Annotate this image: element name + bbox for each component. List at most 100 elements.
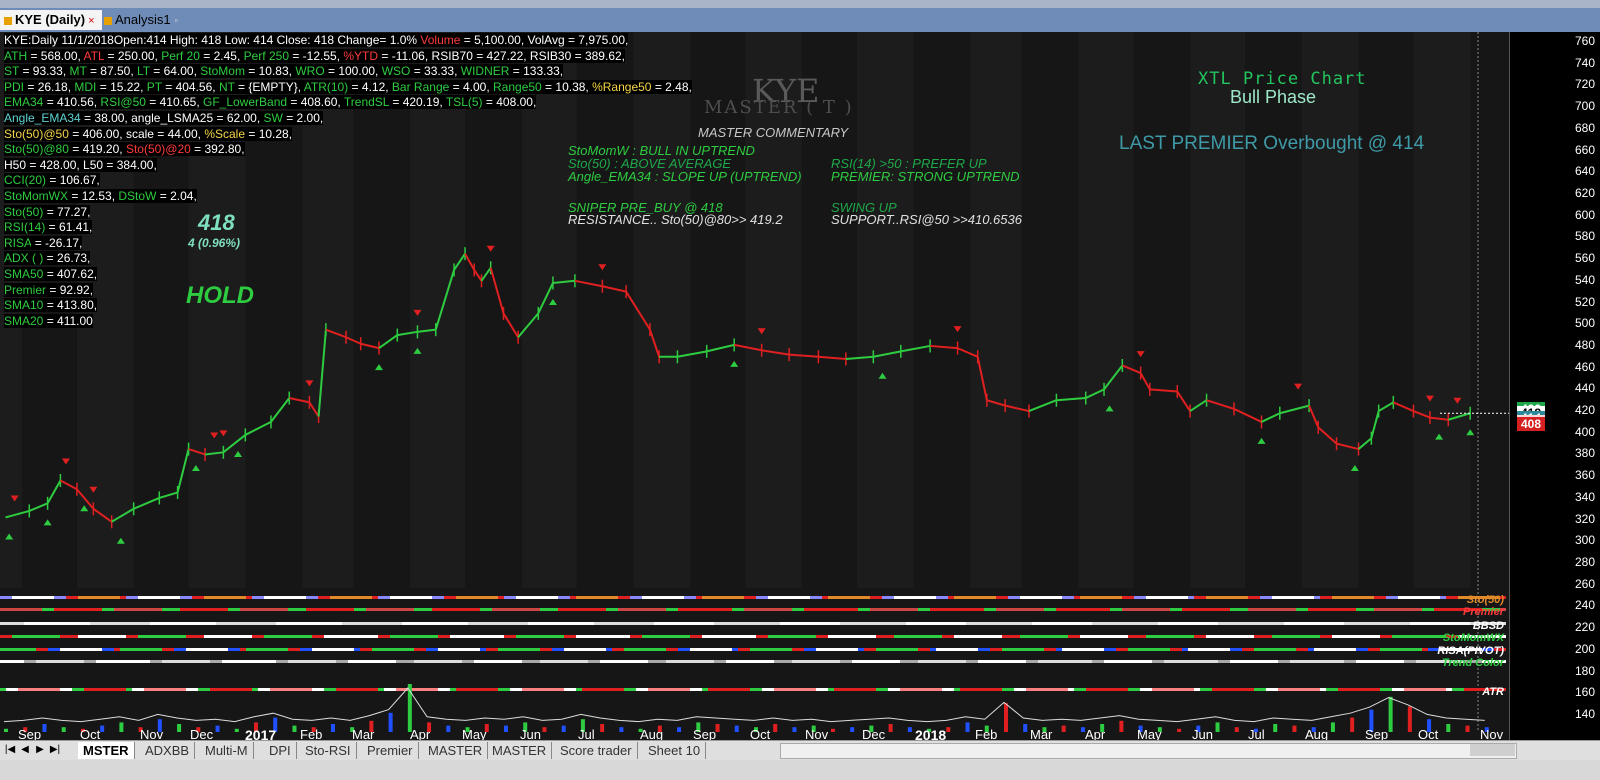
sheet-tab[interactable]: Multi-M	[200, 742, 254, 759]
indicator-strip-cell	[348, 660, 354, 663]
indicator-strip-cell	[1386, 660, 1392, 663]
indicator-strip-cell	[1266, 688, 1272, 691]
indicator-strip-cell	[6, 688, 12, 691]
indicator-strip-cell	[306, 660, 312, 663]
indicator-strip-cell	[858, 688, 864, 691]
sheet-tab[interactable]: MSTER	[78, 742, 135, 759]
indicator-strip-cell	[852, 596, 858, 599]
readout-segment: = -26.17,	[31, 235, 83, 250]
sheet-tab[interactable]: ADXBB	[140, 742, 196, 759]
indicator-strip-cell	[318, 635, 324, 638]
sheet-tab[interactable]: Score trader	[555, 742, 638, 759]
indicator-strip-cell	[846, 596, 852, 599]
indicator-strip-cell	[804, 596, 810, 599]
indicator-strip-cell	[420, 622, 426, 625]
sheet-tab[interactable]: MASTER	[487, 742, 553, 759]
indicator-strip-cell	[618, 608, 624, 611]
horizontal-scrollbar[interactable]	[780, 743, 1517, 759]
readout-segment: = 392.80,	[190, 142, 245, 157]
indicator-strip-cell	[1308, 688, 1314, 691]
volume-bar	[830, 728, 835, 732]
volume-bar	[330, 724, 335, 732]
indicator-strip-cell	[102, 622, 108, 625]
indicator-strip-cell	[564, 622, 570, 625]
indicator-strip-cell	[1296, 608, 1302, 611]
sheet-nav-button[interactable]: ◀	[19, 743, 31, 757]
indicator-strip-cell	[48, 660, 54, 663]
price-segment	[1357, 437, 1372, 450]
indicator-strip-cell	[606, 660, 612, 663]
indicator-strip-cell	[1080, 648, 1086, 651]
indicator-strip-cell	[882, 648, 888, 651]
indicator-strip-cell	[324, 608, 330, 611]
indicator-strip-cell	[438, 596, 444, 599]
indicator-strip-cell	[258, 608, 264, 611]
sheet-nav-button[interactable]: ▶|	[49, 743, 61, 757]
indicator-strip-cell	[780, 688, 786, 691]
indicator-strip-cell	[330, 660, 336, 663]
indicator-strip-cell	[546, 688, 552, 691]
indicator-strip-cell	[294, 648, 300, 651]
indicator-strip-cell	[1224, 635, 1230, 638]
readout-segment: RSI(14)	[4, 220, 46, 235]
indicator-strip-cell	[1380, 622, 1386, 625]
indicator-strip-cell	[0, 635, 6, 638]
indicator-strip-cell	[1182, 660, 1188, 663]
indicator-strip-cell	[846, 648, 852, 651]
readout-segment: = 404.56,	[161, 79, 219, 94]
indicator-strip-cell	[162, 688, 168, 691]
price-segment	[360, 342, 380, 350]
indicator-strip-cell	[246, 622, 252, 625]
sheet-tab[interactable]: Sheet 10	[643, 742, 707, 759]
indicator-strip-cell	[426, 622, 432, 625]
indicator-strip-cell	[1224, 608, 1230, 611]
indicator-strip-cell	[372, 622, 378, 625]
sheet-tab[interactable]: Sto-RSI	[300, 742, 357, 759]
indicator-strip-cell	[1092, 688, 1098, 691]
indicator-strip-cell	[624, 608, 630, 611]
indicator-strip-cell	[1200, 660, 1206, 663]
readout-segment: = 413.80,	[43, 298, 98, 313]
tab-analysis1[interactable]: Analysis1 ◦	[100, 10, 188, 30]
indicator-strip-cell	[1242, 608, 1248, 611]
sheet-tab[interactable]: DPI	[264, 742, 297, 759]
indicator-strip-cell	[1146, 688, 1152, 691]
indicator-strip-cell	[1158, 660, 1164, 663]
indicator-strip-cell	[324, 596, 330, 599]
indicator-strip-cell	[468, 608, 474, 611]
strip-label-atr: ATR	[1482, 686, 1504, 698]
readout-segment: PDI	[4, 79, 25, 94]
indicator-strip-cell	[78, 622, 84, 625]
indicator-strip-cell	[1320, 596, 1326, 599]
indicator-strip-cell	[474, 648, 480, 651]
indicator-strip-cell	[1218, 622, 1224, 625]
sheet-tab[interactable]: Premier	[362, 742, 419, 759]
indicator-strip-cell	[1152, 622, 1158, 625]
indicator-strip-cell	[984, 608, 990, 611]
price-tick: 420	[1574, 403, 1595, 418]
tab-kye-daily[interactable]: KYE (Daily) ×	[0, 10, 102, 30]
master-commentary-title: MASTER COMMENTARY	[698, 125, 849, 140]
indicator-strip-cell	[450, 648, 456, 651]
sheet-nav-button[interactable]: |◀	[4, 743, 16, 757]
indicator-strip-cell	[1020, 608, 1026, 611]
indicator-strip-cell	[1020, 688, 1026, 691]
indicator-strip-cell	[642, 596, 648, 599]
indicator-strip-cell	[942, 596, 948, 599]
indicator-strip-cell	[474, 660, 480, 663]
indicator-strip-cell	[1056, 596, 1062, 599]
indicator-strip-cell	[168, 608, 174, 611]
indicator-strip-cell	[684, 635, 690, 638]
close-icon[interactable]: ×	[88, 15, 94, 27]
indicator-strip-cell	[1116, 660, 1122, 663]
indicator-strip-cell	[390, 660, 396, 663]
sheet-tab[interactable]: MASTER	[423, 742, 489, 759]
indicator-strip-cell	[288, 660, 294, 663]
indicator-strip-cell	[312, 688, 318, 691]
scrollbar-thumb[interactable]	[1470, 744, 1515, 756]
indicator-strip-cell	[300, 596, 306, 599]
indicator-strip-cell	[318, 660, 324, 663]
indicator-strip-cell	[786, 596, 792, 599]
sheet-nav-button[interactable]: ▶	[34, 743, 46, 757]
indicator-strip-cell	[18, 635, 24, 638]
